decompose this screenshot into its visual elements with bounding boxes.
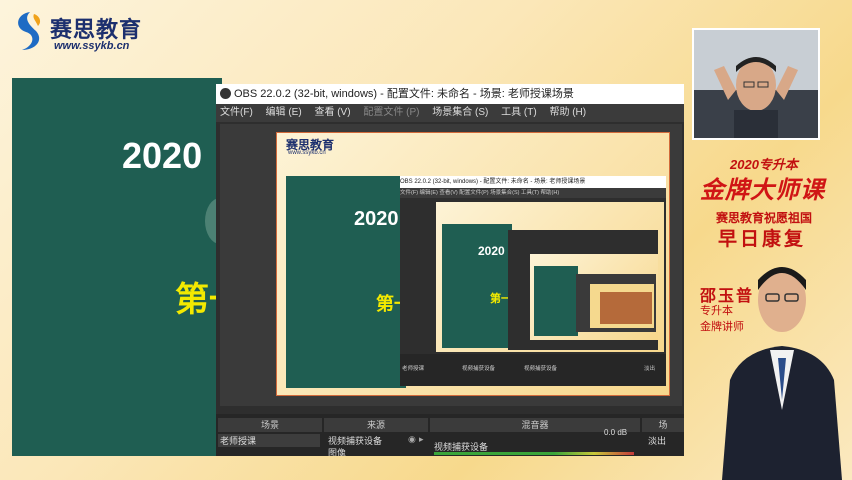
nested-source-item: 视频捕获设备	[462, 366, 496, 372]
obs-app-icon	[220, 88, 231, 99]
menu-tools[interactable]: 工具 (T)	[501, 107, 537, 118]
menu-edit[interactable]: 编辑 (E)	[266, 107, 302, 118]
menu-scene-collection[interactable]: 场景集合 (S)	[432, 107, 488, 118]
nested-canvas-5	[600, 292, 652, 324]
brand-mark-icon	[18, 12, 41, 50]
menu-file[interactable]: 文件(F)	[220, 107, 253, 118]
nested-slide-title-2: 2020	[478, 244, 505, 258]
nested-obs-title: OBS 22.0.2 (32-bit, windows) - 配置文件: 未命名…	[400, 176, 666, 188]
brand-logo: 赛思教育 www.ssykb.cn	[10, 8, 170, 58]
nested-slide-3	[534, 266, 578, 336]
nested-scene-item: 老师授课	[402, 366, 425, 372]
teacher-title-line2: 金牌讲师	[700, 321, 744, 333]
nested-mixer-item: 视频捕获设备	[524, 366, 558, 372]
nested-transition-item: 淡出	[644, 366, 656, 372]
source-visibility-icon[interactable]: ◉	[408, 434, 416, 445]
menu-profile: 配置文件 (P)	[363, 107, 420, 118]
brand-url: www.ssykb.cn	[54, 40, 130, 52]
nested-slide-title: 2020	[354, 208, 399, 230]
promo-recovery: 早日康复	[718, 228, 807, 250]
menu-help[interactable]: 帮助 (H)	[549, 107, 586, 118]
transition-item-fade[interactable]: 淡出	[648, 434, 666, 447]
teacher-webcam-image	[694, 30, 818, 138]
obs-window: OBS 22.0.2 (32-bit, windows) - 配置文件: 未命名…	[216, 84, 684, 456]
transitions-dock-header: 场	[642, 418, 684, 432]
obs-menubar: 文件(F) 编辑 (E) 查看 (V) 配置文件 (P) 场景集合 (S) 工具…	[216, 104, 684, 122]
source-item-image[interactable]: 图像	[328, 446, 346, 456]
webcam-feed	[692, 28, 820, 140]
nested-obs-menu: 文件(F) 编辑(E) 查看(V) 配置文件(P) 场景集合(S) 工具(T) …	[400, 188, 666, 198]
teacher-title-line1: 专升本	[700, 305, 733, 317]
menu-view[interactable]: 查看 (V)	[314, 107, 350, 118]
nested-docks: 老师授课 视频捕获设备 视频捕获设备 淡出	[400, 354, 666, 386]
nested-brand-url: www.ssykb.cn	[288, 150, 326, 156]
promo-headline: 金牌大师课	[700, 176, 825, 204]
nested-slide-2	[442, 224, 512, 348]
obs-window-title: OBS 22.0.2 (32-bit, windows) - 配置文件: 未命名…	[234, 88, 574, 100]
source-lock-icon[interactable]: ▸	[419, 434, 424, 445]
scene-item-teacher[interactable]: 老师授课	[218, 434, 320, 447]
scenes-dock-header: 场景	[218, 418, 322, 432]
mixer-level-meter	[434, 452, 634, 455]
obs-docks: 场景 来源 混音器 场 老师授课 视频捕获设备 ◉ ▸ 图像 视频捕获设备 0.…	[216, 414, 684, 456]
sources-dock-header: 来源	[324, 418, 428, 432]
obs-titlebar: OBS 22.0.2 (32-bit, windows) - 配置文件: 未命名…	[216, 84, 684, 104]
mixer-db-readout: 0.0 dB	[604, 428, 628, 437]
slide-title: 2020	[122, 135, 203, 176]
